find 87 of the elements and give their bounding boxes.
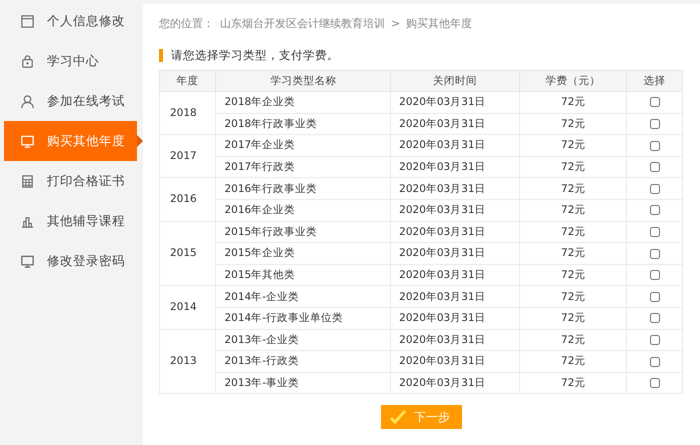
table-cell: 72元 (520, 156, 627, 178)
user-icon (20, 94, 35, 108)
table-cell: 2020年03月31日 (390, 264, 520, 286)
table-cell: 2014年-行政事业单位类 (216, 307, 391, 330)
table-cell: 72元 (520, 350, 627, 372)
accent-bar (159, 49, 163, 62)
column-header: 关闭时间 (390, 70, 520, 92)
year-cell: 2013 (160, 329, 216, 394)
table-cell: 2015年其他类 (216, 264, 391, 286)
table-cell: 72元 (520, 221, 627, 243)
table-cell: 72元 (520, 372, 627, 394)
checkbox[interactable] (650, 356, 660, 367)
year-cell: 2018 (160, 92, 216, 135)
table-cell: 2020年03月31日 (390, 178, 520, 200)
sidebar-item[interactable]: 参加在线考试 (4, 81, 125, 121)
year-cell: 2017 (160, 134, 216, 178)
column-header: 选择 (626, 70, 682, 92)
table-cell: 72元 (520, 199, 627, 222)
table-cell: 72元 (520, 307, 627, 330)
table-cell: 2013年-行政类 (216, 350, 391, 372)
column-header: 学费（元） (520, 70, 627, 92)
table-cell: 2020年03月31日 (390, 156, 520, 178)
year-cell: 2015 (160, 221, 216, 286)
checkbox[interactable] (650, 313, 660, 324)
table-cell: 2014年-企业类 (216, 286, 391, 308)
checkbox[interactable] (650, 292, 660, 302)
checkbox[interactable] (650, 119, 660, 130)
monitor-icon (20, 254, 35, 268)
breadcrumb-link[interactable]: 山东烟台开发区会计继续教育培训 (220, 16, 385, 30)
checkbox[interactable] (650, 248, 660, 259)
table-cell: 72元 (520, 264, 627, 286)
checkbox[interactable] (650, 378, 660, 388)
table-cell: 2020年03月31日 (390, 134, 520, 156)
table-cell: 72元 (520, 286, 627, 308)
year-cell: 2014 (160, 286, 216, 330)
checkbox[interactable] (650, 270, 660, 280)
table-cell: 72元 (520, 113, 627, 135)
table-cell: 2020年03月31日 (390, 307, 520, 330)
sidebar-item[interactable]: 个人信息修改 (4, 1, 125, 41)
window-icon (20, 14, 35, 28)
table-cell: 72元 (520, 92, 627, 114)
table-cell: 2020年03月31日 (390, 221, 520, 243)
breadcrumb-label: 您的位置： (159, 16, 214, 30)
table-cell: 2015年企业类 (216, 242, 391, 264)
checkbox[interactable] (650, 140, 660, 151)
table-cell: 72元 (520, 178, 627, 200)
table-cell: 72元 (520, 329, 627, 351)
monitor-icon (20, 134, 35, 148)
checkbox[interactable] (650, 97, 660, 108)
sidebar-item[interactable]: 其他辅导课程 (4, 201, 125, 241)
checkbox[interactable] (650, 334, 660, 345)
pointer-arrow (137, 135, 143, 147)
table-cell: 2017年企业类 (216, 134, 391, 156)
table-cell: 72元 (520, 134, 627, 156)
table-cell: 2018年企业类 (216, 92, 391, 114)
table-cell: 2013年-事业类 (216, 372, 391, 394)
table-cell: 2020年03月31日 (390, 242, 520, 264)
year-cell: 2016 (160, 178, 216, 222)
lock-icon (20, 54, 35, 68)
table-cell: 2016年行政事业类 (216, 178, 391, 200)
sidebar-item[interactable]: 修改登录密码 (4, 241, 125, 281)
breadcrumb-separator: > (391, 16, 400, 30)
sidebar-item[interactable]: 学习中心 (4, 41, 99, 81)
check-icon (390, 410, 406, 424)
table-cell: 2015年行政事业类 (216, 221, 391, 243)
table-cell: 2013年-企业类 (216, 329, 391, 351)
table-cell: 72元 (520, 242, 627, 264)
table-cell: 2020年03月31日 (390, 92, 520, 114)
table-cell: 2020年03月31日 (390, 113, 520, 135)
column-header: 年度 (160, 70, 216, 92)
checkbox[interactable] (650, 205, 660, 216)
table-cell: 2020年03月31日 (390, 199, 520, 222)
table-cell: 2020年03月31日 (390, 372, 520, 394)
sidebar-item[interactable]: 打印合格证书 (4, 161, 125, 201)
table-cell: 2020年03月31日 (390, 286, 520, 308)
table-cell: 2018年行政事业类 (216, 113, 391, 135)
table-cell: 2020年03月31日 (390, 350, 520, 372)
calculator-icon (20, 174, 35, 188)
table-cell: 2020年03月31日 (390, 329, 520, 351)
column-header: 学习类型名称 (216, 70, 391, 92)
breadcrumb-current: 购买其他年度 (406, 16, 472, 30)
checkbox[interactable] (650, 184, 660, 194)
checkbox[interactable] (650, 162, 660, 172)
table-cell: 2017年行政类 (216, 156, 391, 178)
table-cell: 2016年企业类 (216, 199, 391, 222)
instruction-text: 请您选择学习类型，支付学费。 (171, 48, 339, 63)
checkbox[interactable] (650, 226, 660, 237)
